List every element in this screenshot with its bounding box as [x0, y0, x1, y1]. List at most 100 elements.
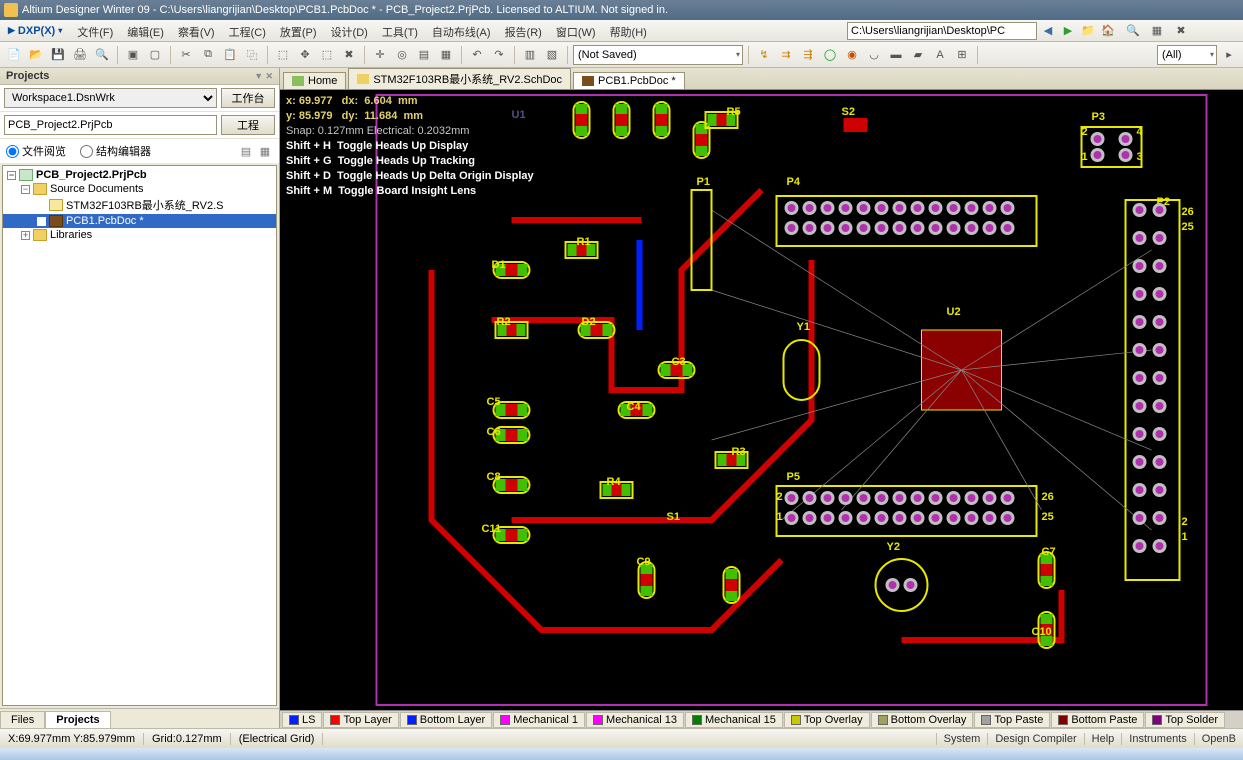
filter-apply-icon[interactable]: ▸ [1219, 45, 1239, 65]
move-icon[interactable]: ✥ [295, 45, 315, 65]
deselect-icon[interactable]: ⬚ [317, 45, 337, 65]
menu-edit[interactable]: 编辑(E) [120, 20, 171, 41]
menu-design[interactable]: 设计(D) [324, 20, 375, 41]
panel-close-icon[interactable]: ▼ ✕ [254, 71, 273, 82]
snapshot-dropdown[interactable]: (Not Saved) [573, 45, 743, 65]
menu-route[interactable]: 自动布线(A) [425, 20, 498, 41]
workspace-select[interactable]: Workspace1.DsnWrk [4, 88, 217, 108]
layers-icon[interactable]: ▦ [1147, 21, 1167, 41]
crosshair-icon[interactable]: ✛ [370, 45, 390, 65]
place-fill-icon[interactable]: ▬ [886, 45, 906, 65]
layer-bot-overlay[interactable]: Bottom Overlay [871, 712, 974, 728]
zoom-area-icon[interactable]: 🔍 [1123, 21, 1143, 41]
tree-opt1-icon[interactable]: ▤ [238, 143, 254, 159]
copy-icon[interactable]: ⧉ [198, 45, 218, 65]
nav-home-icon[interactable]: 🏠 [1099, 22, 1117, 40]
print-icon[interactable]: 🖨 [70, 45, 90, 65]
menu-place[interactable]: 放置(P) [273, 20, 324, 41]
workspace-button[interactable]: 工作台 [221, 88, 275, 108]
select-icon[interactable]: ⬚ [273, 45, 293, 65]
menu-view[interactable]: 察看(V) [171, 20, 222, 41]
doc-tab-sch[interactable]: STM32F103RB最小系统_RV2.SchDoc [348, 68, 571, 89]
filter-dropdown[interactable]: (All) [1157, 45, 1217, 65]
svg-text:26: 26 [1182, 206, 1194, 218]
path-input[interactable] [847, 22, 1037, 40]
radio-struct-view[interactable]: 结构编辑器 [80, 143, 151, 159]
nav-up-icon[interactable]: 📁 [1079, 22, 1097, 40]
zoom-fit-icon[interactable]: ▣ [123, 45, 143, 65]
save-icon[interactable]: 💾 [48, 45, 68, 65]
layer-mech15[interactable]: Mechanical 15 [685, 712, 783, 728]
svg-text:C8: C8 [487, 471, 501, 483]
status-help[interactable]: Help [1084, 733, 1122, 745]
tab-projects[interactable]: Projects [45, 711, 110, 728]
place-arc-icon[interactable]: ◡ [864, 45, 884, 65]
pcb-canvas[interactable]: x: 69.977 dx: 6.604 mm y: 85.979 dy: 11.… [280, 90, 1243, 710]
menu-report[interactable]: 报告(R) [498, 20, 549, 41]
route-diff-icon[interactable]: ⇉ [776, 45, 796, 65]
tree-project[interactable]: −PCB_Project2.PrjPcb [3, 168, 276, 182]
layer-top-paste[interactable]: Top Paste [974, 712, 1050, 728]
paste-icon[interactable]: 📋 [220, 45, 240, 65]
duplicate-icon[interactable]: ⿻ [242, 45, 262, 65]
undo-icon[interactable]: ↶ [467, 45, 487, 65]
cut-icon[interactable]: ✂ [176, 45, 196, 65]
place-comp-icon[interactable]: ⊞ [952, 45, 972, 65]
mode-board-icon[interactable]: ▥ [520, 45, 540, 65]
open-icon[interactable]: 📂 [26, 45, 46, 65]
menu-file[interactable]: 文件(F) [70, 20, 120, 41]
layer-bot-paste[interactable]: Bottom Paste [1051, 712, 1144, 728]
redo-icon[interactable]: ↷ [489, 45, 509, 65]
doc-tab-home[interactable]: Home [283, 72, 346, 89]
document-tabs: Home STM32F103RB最小系统_RV2.SchDoc PCB1.Pcb… [280, 68, 1243, 90]
layer-mech1[interactable]: Mechanical 1 [493, 712, 585, 728]
tab-files[interactable]: Files [0, 711, 45, 728]
place-via2-icon[interactable]: ◉ [842, 45, 862, 65]
svg-text:P1: P1 [697, 176, 710, 188]
project-input[interactable] [4, 115, 217, 135]
layer-ls[interactable]: LS [282, 712, 322, 728]
svg-text:R4: R4 [607, 476, 622, 488]
radio-file-view[interactable]: 文件阅览 [6, 143, 66, 159]
status-compiler[interactable]: Design Compiler [987, 733, 1083, 745]
menu-window[interactable]: 窗口(W) [549, 20, 603, 41]
place-poly-icon[interactable]: ▰ [908, 45, 928, 65]
zoom-sel-icon[interactable]: ▢ [145, 45, 165, 65]
clear-icon[interactable]: ✖ [1171, 21, 1191, 41]
menu-help[interactable]: 帮助(H) [603, 20, 654, 41]
tree-libraries[interactable]: +Libraries [3, 228, 276, 242]
place-via-icon[interactable]: ◎ [392, 45, 412, 65]
menu-tools[interactable]: 工具(T) [375, 20, 425, 41]
layer-bottom[interactable]: Bottom Layer [400, 712, 492, 728]
status-instr[interactable]: Instruments [1121, 733, 1193, 745]
tree-opt2-icon[interactable]: ▦ [257, 143, 273, 159]
delete-icon[interactable]: ✖ [339, 45, 359, 65]
doc-tab-pcb[interactable]: PCB1.PcbDoc * [573, 72, 685, 89]
place-string-icon[interactable]: A [930, 45, 950, 65]
mode-3d-icon[interactable]: ▧ [542, 45, 562, 65]
grid-icon[interactable]: ▦ [436, 45, 456, 65]
new-icon[interactable]: 📄 [4, 45, 24, 65]
svg-text:R2: R2 [497, 316, 511, 328]
nav-back-icon[interactable]: ◀ [1039, 22, 1057, 40]
window-title: Altium Designer Winter 09 - C:\Users\lia… [22, 4, 668, 16]
tree-pcb-doc[interactable]: PCB1.PcbDoc * [3, 214, 276, 228]
layer-top-solder[interactable]: Top Solder [1145, 712, 1225, 728]
route-track-icon[interactable]: ↯ [754, 45, 774, 65]
place-pad-icon[interactable]: ◯ [820, 45, 840, 65]
status-openbus[interactable]: OpenB [1194, 733, 1243, 745]
status-system[interactable]: System [936, 733, 988, 745]
nav-fwd-icon[interactable]: ▶ [1059, 22, 1077, 40]
project-button[interactable]: 工程 [221, 115, 275, 135]
layer-mech13[interactable]: Mechanical 13 [586, 712, 684, 728]
layer-top-overlay[interactable]: Top Overlay [784, 712, 870, 728]
route-multi-icon[interactable]: ⇶ [798, 45, 818, 65]
layer-top[interactable]: Top Layer [323, 712, 398, 728]
preview-icon[interactable]: 🔍 [92, 45, 112, 65]
align-icon[interactable]: ▤ [414, 45, 434, 65]
tree-source-docs[interactable]: −Source Documents [3, 182, 276, 196]
menu-project[interactable]: 工程(C) [222, 20, 273, 41]
tree-schematic[interactable]: STM32F103RB最小系统_RV2.S [3, 196, 276, 214]
project-tree[interactable]: −PCB_Project2.PrjPcb −Source Documents S… [2, 165, 277, 706]
dxp-menu[interactable]: DXP(X) [0, 20, 70, 41]
